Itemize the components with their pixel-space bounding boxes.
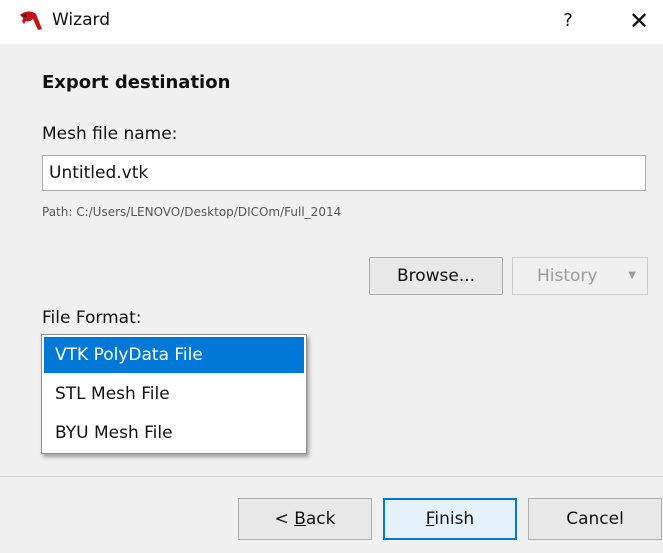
title-bar: Wizard ? ✕ xyxy=(0,0,663,44)
file-format-label: File Format: xyxy=(42,308,142,328)
mesh-file-name-label: Mesh file name: xyxy=(42,124,178,144)
close-button[interactable]: ✕ xyxy=(624,6,654,36)
format-option-byu[interactable]: BYU Mesh File xyxy=(44,415,304,451)
chevron-down-icon: ▼ xyxy=(628,270,636,281)
wizard-page: Export destination Mesh file name: Path:… xyxy=(0,44,663,553)
app-logo-icon xyxy=(20,11,42,30)
finish-button[interactable]: Finish xyxy=(383,498,517,540)
format-option-vtk[interactable]: VTK PolyData File xyxy=(44,337,304,373)
back-prefix: < xyxy=(274,509,295,529)
finish-label-rest: inish xyxy=(434,509,475,529)
history-button[interactable]: History ▼ xyxy=(512,257,648,295)
help-button[interactable]: ? xyxy=(556,6,580,36)
history-label: History xyxy=(537,266,598,286)
back-mnemonic: B xyxy=(294,509,306,529)
format-option-stl[interactable]: STL Mesh File xyxy=(44,376,304,412)
mesh-file-name-input[interactable] xyxy=(42,155,646,191)
back-label-rest: ack xyxy=(305,509,336,529)
file-format-list[interactable]: VTK PolyData File STL Mesh File BYU Mesh… xyxy=(41,334,307,454)
page-title: Export destination xyxy=(42,72,231,93)
footer-divider xyxy=(0,476,663,477)
path-label: Path: C:/Users/LENOVO/Desktop/DICOm/Full… xyxy=(42,205,342,219)
cancel-button[interactable]: Cancel xyxy=(528,498,662,540)
window-title: Wizard xyxy=(52,10,110,30)
browse-button[interactable]: Browse... xyxy=(369,257,503,295)
back-button[interactable]: < Back xyxy=(238,498,372,540)
